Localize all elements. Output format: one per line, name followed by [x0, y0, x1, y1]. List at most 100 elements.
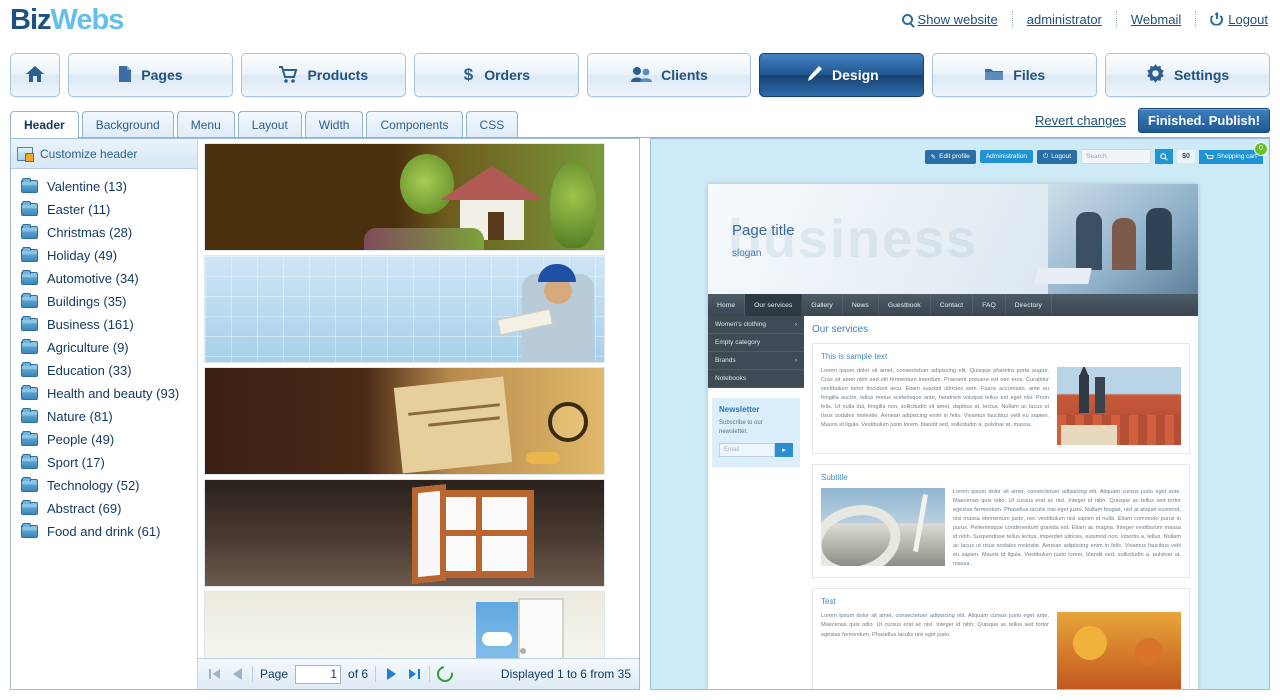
tab-css[interactable]: CSS — [465, 111, 519, 137]
page-number-input[interactable] — [295, 664, 342, 684]
thumbnail-column: Page of 6 Displayed 1 to 6 from 35 — [198, 139, 639, 689]
category-item-food-and-drink[interactable]: Food and drink (61) — [11, 520, 197, 543]
first-page-button[interactable] — [206, 666, 222, 682]
nav-label-orders: Orders — [484, 67, 531, 83]
divider — [375, 666, 377, 682]
category-item-valentine[interactable]: Valentine (13) — [11, 175, 197, 198]
top-link-logout[interactable]: Logout — [1196, 11, 1272, 27]
design-tabs: Header Background Menu Layout Width Comp… — [10, 106, 1270, 138]
preview-search-button[interactable] — [1155, 149, 1174, 164]
last-page-button[interactable] — [406, 666, 422, 682]
chevron-right-icon — [386, 668, 396, 680]
category-label: Brands — [715, 357, 736, 364]
decor-tower — [1095, 377, 1105, 413]
show-website-link[interactable]: Show website — [918, 12, 998, 27]
category-item-health-and-beauty[interactable]: Health and beauty (93) — [11, 382, 197, 405]
tab-menu[interactable]: Menu — [176, 111, 235, 137]
decor-door — [488, 212, 504, 240]
category-item-christmas[interactable]: Christmas (28) — [11, 221, 197, 244]
nav-button-products[interactable]: Products — [240, 53, 406, 97]
publish-button[interactable]: Finished. Publish! — [1138, 108, 1270, 133]
tab-layout[interactable]: Layout — [237, 111, 302, 137]
preview-category-womens-clothing[interactable]: Women's clothing › — [708, 316, 804, 334]
preview-menu-item-directory[interactable]: Directory — [1006, 294, 1052, 316]
refresh-icon[interactable] — [433, 662, 457, 686]
tab-components[interactable]: Components — [366, 111, 463, 137]
webmail-link[interactable]: Webmail — [1131, 12, 1181, 27]
folder-icon — [21, 477, 38, 492]
logo-part-biz: Biz — [10, 4, 51, 36]
preview-menu-item-gallery[interactable]: Gallery — [802, 294, 843, 316]
preview-category-brands[interactable]: Brands › — [708, 352, 804, 370]
top-link-webmail[interactable]: Webmail — [1117, 11, 1197, 27]
thumbnail-list[interactable] — [198, 139, 639, 658]
preview-administration-button[interactable]: Administration — [979, 150, 1034, 163]
top-link-show-website[interactable]: Show website — [888, 11, 1013, 27]
preview-menu-item-home[interactable]: Home — [708, 294, 746, 316]
category-item-easter[interactable]: Easter (11) — [11, 198, 197, 221]
nav-button-settings[interactable]: Settings — [1105, 53, 1271, 97]
decor-bush — [364, 228, 484, 250]
category-item-business[interactable]: Business (161) — [11, 313, 197, 336]
category-item-buildings[interactable]: Buildings (35) — [11, 290, 197, 313]
category-item-automotive[interactable]: Automotive (34) — [11, 267, 197, 290]
category-item-holiday[interactable]: Holiday (49) — [11, 244, 197, 267]
header-thumbnail-wooden-window[interactable] — [204, 479, 605, 587]
previous-page-button[interactable] — [229, 666, 245, 682]
preview-shopping-cart-button[interactable]: Shopping cart 0 — [1198, 141, 1268, 164]
category-item-nature[interactable]: Nature (81) — [11, 405, 197, 428]
newsletter-submit-button[interactable]: ▸ — [775, 443, 793, 457]
category-item-agriculture[interactable]: Agriculture (9) — [11, 336, 197, 359]
header-thumbnail-house-garden[interactable] — [204, 143, 605, 251]
header-thumbnail-open-door-sky[interactable] — [204, 591, 605, 658]
preview-search-input[interactable]: Search — [1081, 149, 1152, 164]
top-link-administrator[interactable]: administrator — [1013, 11, 1117, 27]
preview-menu: Home Our services Gallery News Guestbook… — [708, 294, 1198, 316]
logout-link[interactable]: Logout — [1228, 12, 1268, 27]
category-item-abstract[interactable]: Abstract (69) — [11, 497, 197, 520]
nav-button-clients[interactable]: Clients — [586, 53, 752, 97]
nav-button-home[interactable] — [10, 53, 60, 97]
nav-button-design[interactable]: Design — [759, 53, 925, 97]
decor-fruit — [1135, 638, 1163, 667]
preview-menu-item-our-services[interactable]: Our services — [745, 294, 803, 316]
category-label: Food and drink (61) — [47, 524, 161, 539]
preview-menu-item-guestbook[interactable]: Guestbook — [879, 294, 931, 316]
nav-label-pages: Pages — [141, 67, 183, 83]
header-chooser-panel: Customize header Valentine (13) Easter (… — [10, 138, 640, 690]
nav-button-orders[interactable]: $ Orders — [413, 53, 579, 97]
nav-button-pages[interactable]: Pages — [68, 53, 233, 97]
tab-header[interactable]: Header — [10, 111, 79, 138]
header-thumbnail-mortgage-application[interactable] — [204, 367, 605, 475]
header-thumbnail-architect-blueprint[interactable] — [204, 255, 605, 363]
svg-text:$: $ — [464, 65, 474, 84]
tab-width[interactable]: Width — [304, 111, 364, 137]
preview-page-slogan: slogan — [732, 248, 762, 259]
main-navigation: Pages Products $ Orders Clients Design F… — [0, 48, 1280, 102]
category-item-technology[interactable]: Technology (52) — [11, 474, 197, 497]
category-item-sport[interactable]: Sport (17) — [11, 451, 197, 474]
bridge-architecture-image — [821, 488, 945, 566]
newsletter-email-input[interactable]: Email — [719, 443, 775, 457]
category-item-people[interactable]: People (49) — [11, 428, 197, 451]
article-body: Lorem ipsum dolor sit amet, consectetuer… — [821, 613, 1049, 638]
logo-part-webs: Webs — [50, 4, 125, 36]
category-item-education[interactable]: Education (33) — [11, 359, 197, 382]
nav-button-files[interactable]: Files — [932, 53, 1098, 97]
preview-newsletter-box: Newsletter Subscribe to our newsletter. … — [712, 398, 800, 467]
preview-category-menu: Women's clothing › Empty category Brands ›… — [708, 316, 804, 388]
preview-menu-item-contact[interactable]: Contact — [931, 294, 974, 316]
preview-category-notebooks[interactable]: Notebooks — [708, 370, 804, 388]
preview-edit-profile-button[interactable]: ✎ Edit profile — [924, 149, 976, 164]
customize-header-row[interactable]: Customize header — [11, 139, 197, 169]
administrator-link[interactable]: administrator — [1027, 12, 1102, 27]
tab-background[interactable]: Background — [81, 111, 174, 137]
preview-category-empty-category[interactable]: Empty category — [708, 334, 804, 352]
preview-menu-item-faq[interactable]: FAQ — [973, 294, 1006, 316]
preview-menu-item-news[interactable]: News — [843, 294, 879, 316]
nav-label-settings: Settings — [1173, 67, 1230, 83]
decor-tower — [1079, 375, 1089, 413]
revert-changes-link[interactable]: Revert changes — [1035, 113, 1126, 128]
preview-logout-button[interactable]: ⏻ Logout — [1037, 149, 1078, 164]
next-page-button[interactable] — [383, 666, 399, 682]
